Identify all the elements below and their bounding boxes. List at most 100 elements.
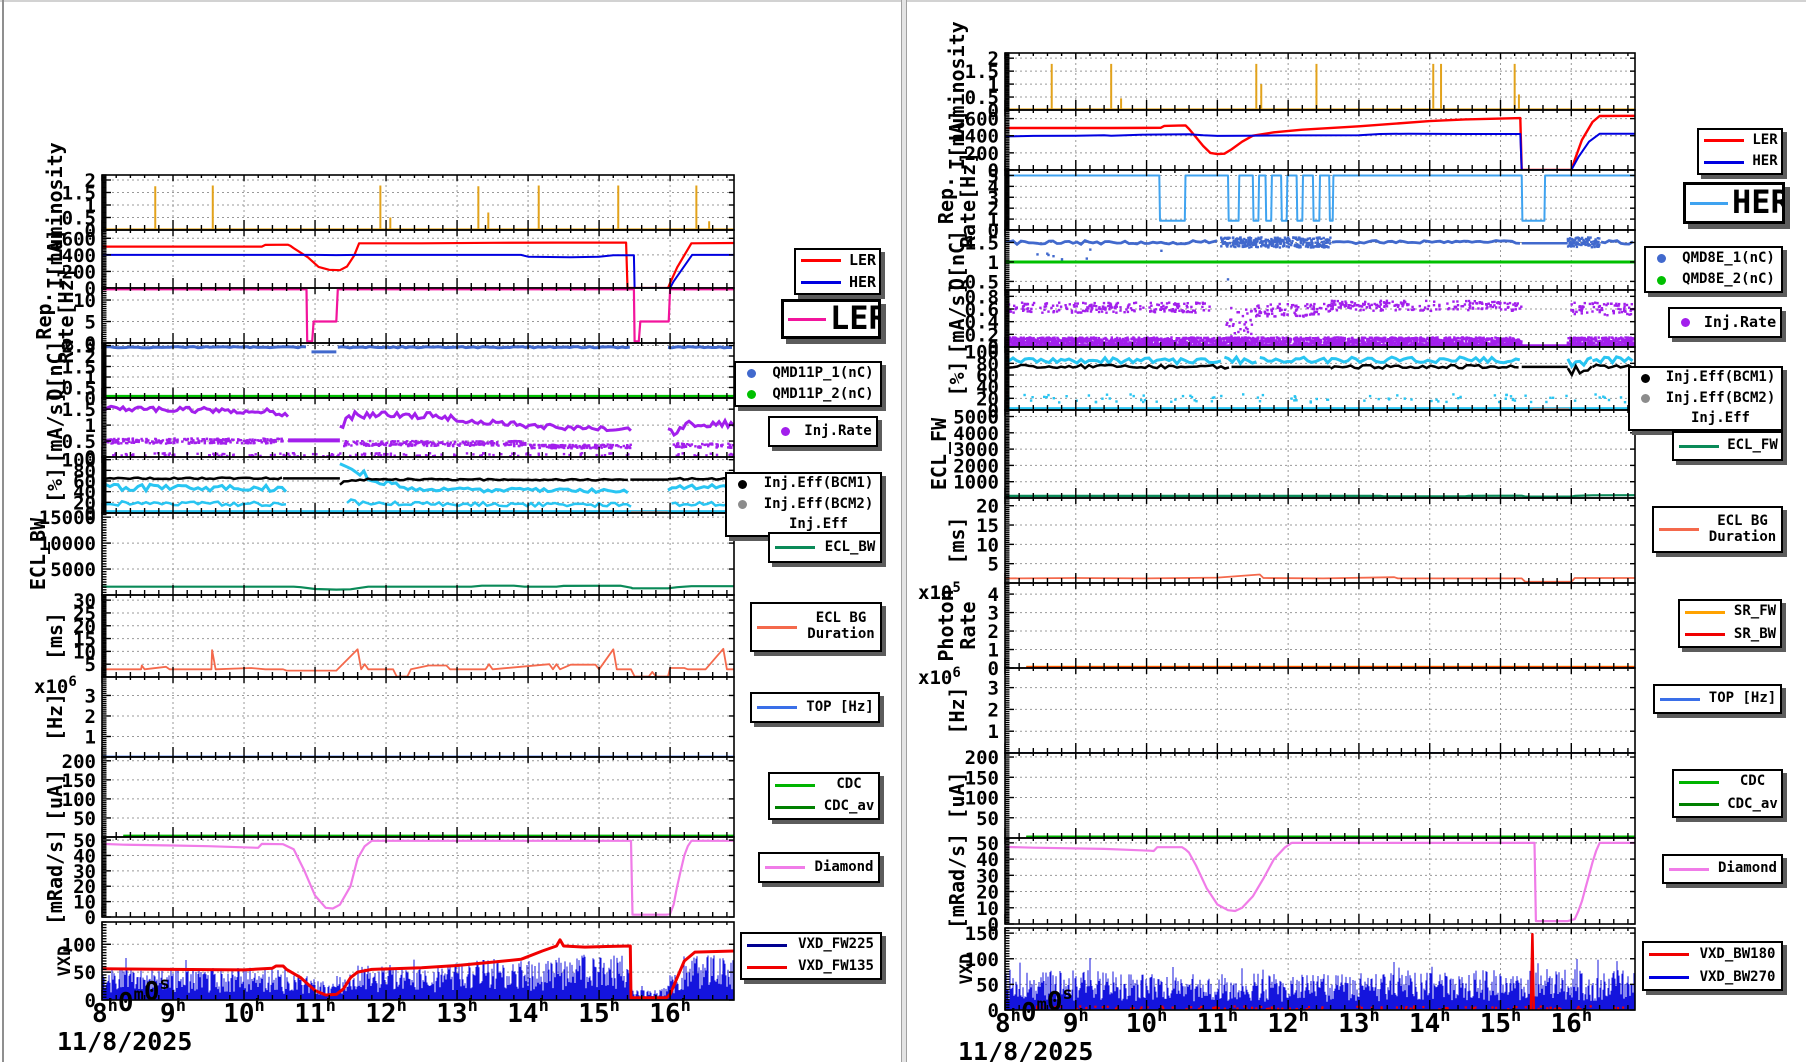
axis-title: VXD (957, 954, 977, 985)
series-injrate-band1 (340, 412, 631, 431)
xtick-label: 14h (1409, 1006, 1451, 1039)
ytick-label: 150 (965, 767, 999, 789)
axis-title: [uA] (43, 773, 67, 821)
series-injeff-cyan (1224, 357, 1256, 363)
series-VXD_FW135 (102, 940, 734, 998)
subplot-diamond: 50403020100[mRad/s] (945, 833, 1635, 936)
subplot-current: 6004002000I[mA] (945, 109, 1635, 182)
date-label: 11/8/2025 (57, 1027, 192, 1056)
series-rep-HER (1005, 176, 1635, 221)
axis-title: [Hz] (945, 686, 969, 734)
axis-title: ECL_BW (26, 517, 50, 590)
subplot-charge: 2.521.510.50Q[nC] (43, 336, 734, 410)
subplot-diamond: 50403020100[mRad/s] (43, 829, 734, 929)
window-left-edge (2, 0, 4, 1062)
series-injeff-bcm2 (347, 500, 631, 507)
subplot-cdc: 20015010050[uA] (43, 751, 734, 837)
axis-title: [Hz] (43, 693, 67, 741)
subplot-photon: 43210PhotonRatex105 (918, 580, 1635, 680)
series-injeff-bcm1 (1593, 365, 1633, 368)
series-rep-LER (102, 289, 734, 341)
axis-title: Q[nC] (945, 230, 969, 290)
xtick-label: 10h (223, 996, 265, 1029)
ytick-label: 2 (988, 699, 999, 721)
subplot-luminosity: 21.510.50Luminosity (43, 142, 734, 262)
xtick-label: 11h (1197, 1006, 1239, 1039)
subplot-reprate: 543210Rep.Rate[Hz] (934, 152, 1635, 248)
axis-scale-note: x106 (918, 665, 961, 689)
ytick-label: 200 (965, 747, 999, 769)
series-LER (102, 243, 734, 288)
ytick-label: 1000 (953, 472, 999, 494)
axis-title: ECL_FW (927, 417, 951, 490)
axis-title: [ms] (945, 516, 969, 564)
panel-left: 21.510.50Luminosity6004002000I[mA]1050Re… (26, 142, 734, 1056)
subplot-top: 321[Hz]x106 (918, 665, 1635, 753)
ytick-label: 150 (965, 923, 999, 945)
series-ecl-bg-duration (102, 649, 734, 677)
subplot-eclfw: 50004000300020001000ECL_FW (927, 407, 1635, 498)
subplot-reprate: 1050Rep.Rate[Hz] (32, 267, 734, 363)
beam-monitor-window: 21.510.50Luminosity6004002000I[mA]1050Re… (0, 0, 1806, 1062)
series-injeff-cyan (1005, 358, 1221, 364)
xtick-label: 16h (1551, 1006, 1593, 1039)
xtick-label: 13h (436, 996, 478, 1029)
series-ECL_BW (102, 586, 734, 590)
subplot-charge: 1.510.5Q[nC] (945, 230, 1635, 294)
subplot-eclbg: 30252015105[ms] (43, 590, 734, 677)
ytick-label: 1 (988, 721, 999, 743)
xtick-label: 9h (160, 996, 186, 1029)
series-ecl-bg-duration (1005, 575, 1635, 582)
panel-right: 21.510.50Luminosity6004002000I[mA]543210… (918, 21, 1636, 1062)
axis-title: [ms] (43, 612, 67, 660)
subplot-cdc: 20015010050[uA] (945, 747, 1635, 838)
xtick-label: 10h (1126, 1006, 1168, 1039)
ytick-label: 50 (976, 974, 999, 996)
ytick-label: 5 (988, 554, 999, 576)
subplot-eclbw: 15000100005000ECL_BW (26, 507, 734, 595)
xtick-label: 15h (578, 996, 620, 1029)
series-QMD11P_1 (338, 347, 630, 348)
series-injeff-bcm1 (102, 478, 282, 480)
xtick-label: 14h (507, 996, 549, 1029)
ytick-label: 5 (85, 654, 96, 676)
axis-title: Rep. (934, 176, 958, 224)
subplot-eclbg: 2015105[ms] (945, 496, 1635, 583)
series-QMD8E_1 (1332, 241, 1520, 244)
xtick-label: 11h (294, 996, 336, 1029)
subplot-top: 321[Hz]x106 (34, 674, 734, 757)
series-injeff-cyan (1593, 357, 1633, 363)
axis-title: [mRad/s] (945, 833, 969, 929)
axis-title: VXD (55, 946, 75, 977)
series-Diamond (102, 841, 734, 915)
ytick-label: 100 (965, 788, 999, 810)
series-VXD_BW180 (1531, 934, 1534, 1009)
xtick-label: 12h (1267, 1006, 1309, 1039)
series-injeff-cyan (1260, 357, 1520, 363)
axis-title: [mRad/s] (43, 829, 67, 925)
panel-divider (901, 0, 907, 1062)
ytick-label: 50 (976, 808, 999, 830)
axis-title: [%] (945, 360, 969, 396)
date-label: 11/8/2025 (958, 1037, 1093, 1062)
series-QMD11P_1 (668, 347, 732, 348)
xtick-label: 15h (1480, 1006, 1522, 1039)
series-QMD8E_1 (1005, 241, 1217, 245)
series-Diamond (1005, 843, 1635, 921)
axis-title: Rate (956, 601, 980, 649)
series-injeff-bcm1 (1331, 365, 1519, 369)
ytick-label: 5 (85, 312, 96, 334)
axis-scale-note: x106 (34, 674, 77, 698)
xtick-label: 13h (1338, 1006, 1380, 1039)
ytick-label: 0 (85, 907, 96, 929)
series-LER (1005, 116, 1635, 170)
series-injrate-band1 (668, 421, 734, 435)
xtick-label: 12h (365, 996, 407, 1029)
xtick-label: 16h (649, 996, 691, 1029)
series-injrate-band1 (102, 406, 288, 416)
subplot-luminosity: 21.510.50Luminosity (945, 21, 1635, 141)
series-injeff-cyan (668, 485, 732, 490)
ytick-label: 50 (73, 808, 96, 830)
xtick-label: 9h (1063, 1006, 1089, 1039)
axis-title: [%] (43, 467, 67, 503)
